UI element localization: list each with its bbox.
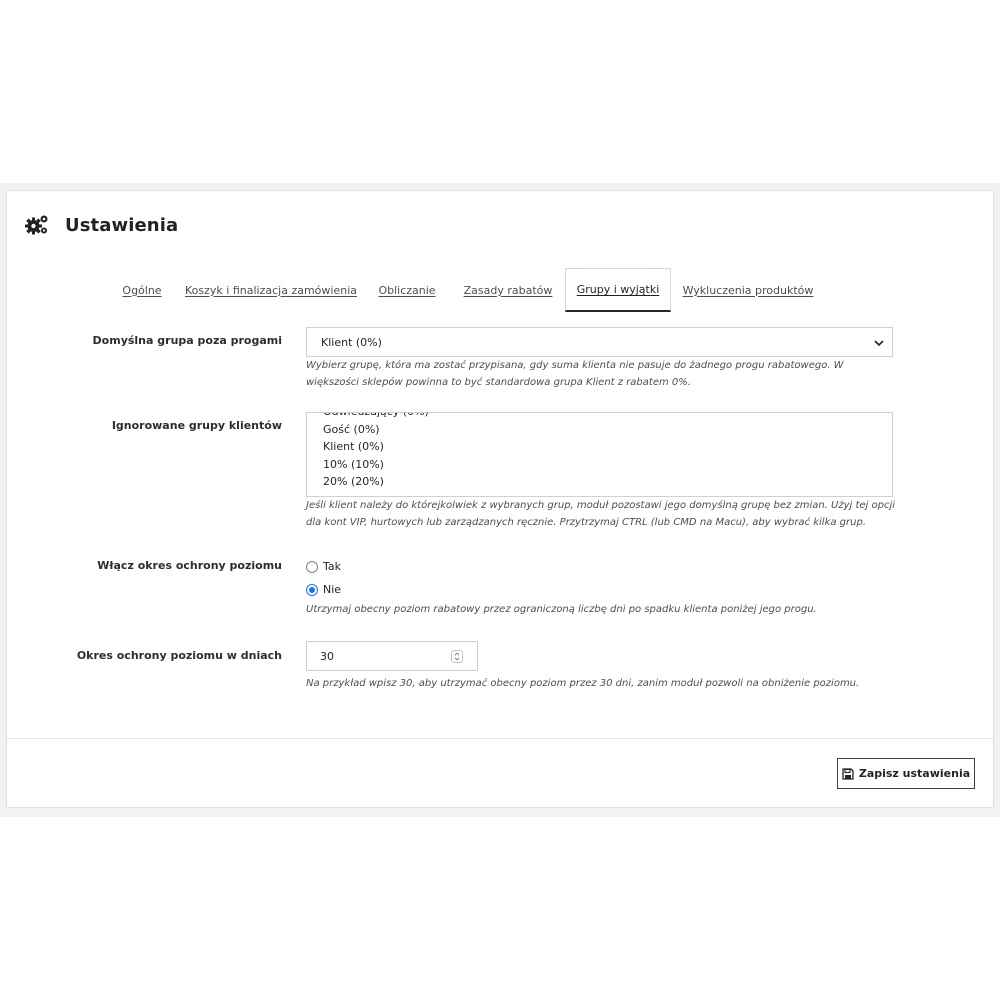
protection-days-help: Na przykład wpisz 30, aby utrzymać obecn… bbox=[306, 678, 860, 689]
tab-bar: Ogólne Koszyk i finalizacja zamówienia O… bbox=[107, 268, 927, 312]
save-settings-button[interactable]: Zapisz ustawienia bbox=[837, 758, 975, 789]
tab-general[interactable]: Ogólne bbox=[107, 268, 177, 312]
list-item[interactable]: 10% (10%) bbox=[323, 456, 429, 474]
radio-circle bbox=[306, 583, 318, 596]
chevron-down-icon bbox=[874, 340, 884, 347]
footer-divider bbox=[7, 738, 993, 739]
panel-header: Ustawienia bbox=[25, 213, 178, 237]
ignored-groups-help: Jeśli klient należy do którejkolwiek z w… bbox=[306, 500, 896, 528]
tab-label: Koszyk i finalizacja zamówienia bbox=[185, 283, 357, 297]
ignored-groups-label: Ignorowane grupy klientów bbox=[111, 419, 282, 432]
tab-label: Grupy i wyjątki bbox=[576, 283, 660, 296]
tab-product-exclusions[interactable]: Wykluczenia produktów bbox=[682, 268, 814, 312]
protection-radio-no[interactable]: Nie bbox=[306, 583, 341, 596]
input-value: 30 bbox=[320, 649, 334, 663]
tab-label: Wykluczenia produktów bbox=[682, 283, 814, 297]
spinner-arrows-icon[interactable] bbox=[451, 650, 463, 663]
list-item[interactable]: Klient (0%) bbox=[323, 438, 429, 456]
save-button-label: Zapisz ustawienia bbox=[858, 767, 971, 780]
list-item[interactable]: Odwiedzający (0%) bbox=[323, 413, 429, 421]
tab-label: Obliczanie bbox=[378, 283, 436, 297]
radio-label: Tak bbox=[323, 560, 342, 573]
tab-cart-checkout[interactable]: Koszyk i finalizacja zamówienia bbox=[185, 268, 357, 312]
radio-circle bbox=[306, 560, 318, 573]
protection-days-label: Okres ochrony poziomu w dniach bbox=[76, 649, 282, 662]
protection-help: Utrzymaj obecny poziom rabatowy przez og… bbox=[306, 604, 817, 615]
floppy-disk-icon bbox=[842, 767, 854, 780]
selected-value: Klient (0%) bbox=[321, 335, 382, 349]
list-item[interactable]: Gość (0%) bbox=[323, 421, 429, 439]
tab-label: Ogólne bbox=[122, 283, 162, 297]
list-item[interactable]: 20% (20%) bbox=[323, 473, 429, 491]
default-group-help: Wybierz grupę, która ma zostać przypisan… bbox=[306, 360, 844, 388]
listbox-options: Odwiedzający (0%) Gość (0%) Klient (0%) … bbox=[323, 413, 429, 491]
protection-label: Włącz okres ochrony poziomu bbox=[97, 559, 282, 572]
default-group-label: Domyślna grupa poza progami bbox=[92, 334, 282, 347]
radio-label: Nie bbox=[323, 583, 342, 596]
tab-label: Zasady rabatów bbox=[463, 283, 553, 297]
page-title: Ustawienia bbox=[65, 214, 179, 236]
protection-radio-yes[interactable]: Tak bbox=[306, 560, 341, 573]
tab-groups-exceptions[interactable]: Grupy i wyjątki bbox=[565, 268, 671, 312]
default-group-select[interactable]: Klient (0%) bbox=[306, 327, 893, 357]
settings-panel: Ustawienia Ogólne Koszyk i finalizacja z… bbox=[6, 190, 994, 808]
tab-calculation[interactable]: Obliczanie bbox=[372, 268, 442, 312]
gears-icon bbox=[25, 215, 48, 235]
protection-days-input[interactable]: 30 bbox=[306, 641, 478, 671]
ignored-groups-listbox[interactable]: Odwiedzający (0%) Gość (0%) Klient (0%) … bbox=[306, 412, 893, 497]
tab-discount-rules[interactable]: Zasady rabatów bbox=[459, 268, 557, 312]
